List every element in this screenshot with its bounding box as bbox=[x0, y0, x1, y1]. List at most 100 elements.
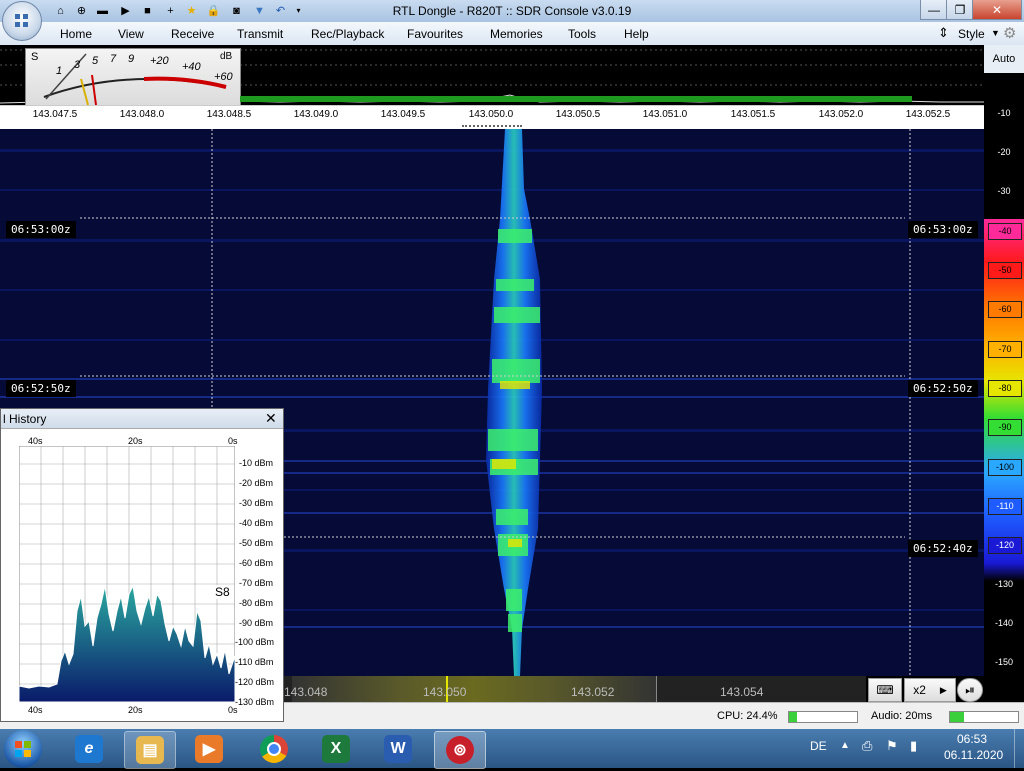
style-dropdown-icon[interactable]: ▼ bbox=[991, 28, 1000, 38]
db-scale[interactable]: Auto -10 -20 -30 -40 -50 -60 -70 -80 -90… bbox=[984, 45, 1024, 676]
app-menu-orb[interactable] bbox=[2, 1, 42, 41]
taskbar-explorer[interactable]: ▤ bbox=[124, 731, 176, 769]
cpu-readout: CPU: 24.4% bbox=[717, 710, 778, 722]
folder-icon[interactable]: ▬ bbox=[94, 2, 111, 19]
sdr-console-icon: ⊚ bbox=[446, 736, 474, 764]
waterfall-time-label: 06:52:40z bbox=[908, 540, 978, 557]
clock-date[interactable]: 06.11.2020 bbox=[944, 748, 1003, 762]
style-arrows-icon: ⇕ bbox=[938, 25, 949, 40]
db-label: -100 bbox=[988, 459, 1022, 476]
style-menu[interactable]: Style bbox=[958, 27, 985, 41]
settings-gear-icon[interactable]: ⚙ bbox=[1003, 24, 1016, 42]
menu-view[interactable]: View bbox=[118, 27, 144, 41]
s-meter-tick: +60 bbox=[214, 71, 233, 83]
history-y-label: -30 dBm bbox=[239, 498, 274, 508]
camera-icon[interactable]: ◙ bbox=[228, 2, 245, 19]
freq-tick: 143.048.5 bbox=[206, 109, 252, 120]
s-meter-tick: 7 bbox=[110, 53, 117, 65]
auto-scale-button[interactable]: Auto bbox=[984, 45, 1024, 73]
db-label: -150 bbox=[994, 657, 1013, 667]
db-label: -80 bbox=[988, 380, 1022, 397]
favourite-star-icon[interactable]: ★ bbox=[183, 2, 200, 19]
stop-icon[interactable]: ■ bbox=[139, 2, 156, 19]
db-label: -90 bbox=[988, 419, 1022, 436]
db-label: -110 bbox=[988, 498, 1022, 515]
taskbar-chrome[interactable] bbox=[249, 731, 299, 767]
band-label: 143.052 bbox=[571, 685, 615, 699]
add-icon[interactable]: + bbox=[162, 2, 179, 19]
excel-icon: X bbox=[322, 735, 350, 763]
menu-receive[interactable]: Receive bbox=[171, 27, 214, 41]
playback-button[interactable]: ⏯ bbox=[957, 678, 983, 702]
history-y-label: -40 dBm bbox=[239, 518, 274, 528]
show-desktop-button[interactable] bbox=[1014, 729, 1024, 768]
menu-home[interactable]: Home bbox=[60, 27, 92, 41]
filter-icon[interactable]: ▼ bbox=[251, 2, 268, 19]
start-button[interactable] bbox=[4, 730, 42, 768]
keyboard-button[interactable]: ⌨ bbox=[868, 678, 902, 702]
db-label: -140 bbox=[994, 618, 1013, 628]
tray-device-icon[interactable]: ⎙ bbox=[862, 738, 872, 754]
close-icon: ✕ bbox=[991, 2, 1003, 17]
lock-icon[interactable]: 🔒 bbox=[205, 2, 222, 19]
help-icon[interactable]: ⊕ bbox=[73, 2, 90, 19]
menu-help[interactable]: Help bbox=[624, 27, 649, 41]
signal-history-panel: l History ✕ 40s 20s 0s S8 -10 dBm -20 dB… bbox=[0, 408, 284, 722]
menu-transmit[interactable]: Transmit bbox=[237, 27, 283, 41]
language-indicator[interactable]: DE bbox=[810, 739, 827, 753]
db-label: -130 bbox=[994, 579, 1013, 589]
maximize-button[interactable]: ❐ bbox=[946, 0, 974, 20]
title-bar: RTL Dongle - R820T :: SDR Console v3.0.1… bbox=[0, 0, 1024, 22]
keyboard-icon: ⌨ bbox=[876, 683, 894, 697]
taskbar-sdr-console[interactable]: ⊚ bbox=[434, 731, 486, 769]
band-label: 143.054 bbox=[720, 685, 764, 699]
s-meter-tick: 5 bbox=[92, 55, 99, 67]
taskbar-word[interactable]: W bbox=[373, 731, 423, 767]
history-y-label: -110 dBm bbox=[235, 657, 274, 667]
waterfall-time-label: 06:52:50z bbox=[908, 380, 978, 397]
history-chart bbox=[19, 446, 235, 702]
taskbar-media-player[interactable]: ▶ bbox=[184, 731, 234, 767]
minimize-icon: — bbox=[928, 2, 940, 17]
undo-icon[interactable]: ↶ bbox=[272, 2, 289, 19]
history-y-label: -20 dBm bbox=[239, 478, 274, 488]
s-meter-tick: 3 bbox=[74, 59, 81, 71]
media-player-icon: ▶ bbox=[195, 735, 223, 763]
s-meter-tick: 1 bbox=[56, 65, 63, 77]
explorer-icon: ▤ bbox=[136, 736, 164, 764]
app-orb-icon bbox=[15, 14, 28, 27]
history-bottom-axis-label: 20s bbox=[128, 705, 143, 715]
dropdown-icon[interactable]: ▾ bbox=[290, 2, 307, 19]
history-close-icon[interactable]: ✕ bbox=[265, 410, 277, 427]
play-icon[interactable]: ▶ bbox=[117, 2, 134, 19]
taskbar-excel[interactable]: X bbox=[311, 731, 361, 767]
s-meter: S dB 1 3 5 7 9 +20 +40 +60 bbox=[25, 48, 241, 106]
db-label: -120 bbox=[988, 537, 1022, 554]
tray-flag-icon[interactable]: ⚑ bbox=[886, 738, 898, 754]
db-label: -20 bbox=[997, 147, 1011, 157]
audio-meter bbox=[949, 711, 1019, 723]
clock-time[interactable]: 06:53 bbox=[957, 732, 987, 746]
menu-favourites[interactable]: Favourites bbox=[407, 27, 463, 41]
db-label: -50 bbox=[988, 262, 1022, 279]
frequency-scale[interactable]: 143.047.5 143.048.0 143.048.5 143.049.0 … bbox=[0, 105, 984, 125]
waterfall-time-label: 06:52:50z bbox=[6, 380, 76, 397]
ie-icon: e bbox=[75, 735, 103, 763]
menu-tools[interactable]: Tools bbox=[568, 27, 596, 41]
menu-rec-playback[interactable]: Rec/Playback bbox=[311, 27, 384, 41]
signal-green-bar bbox=[240, 96, 912, 102]
minimize-button[interactable]: — bbox=[920, 0, 948, 20]
band-label: 143.048 bbox=[284, 685, 328, 699]
zoom-button[interactable]: x2 ▶ bbox=[904, 678, 956, 702]
chrome-icon bbox=[260, 735, 288, 763]
tray-expand-icon[interactable]: ▲ bbox=[840, 740, 850, 751]
home-icon[interactable]: ⌂ bbox=[52, 2, 69, 19]
history-y-label: -60 dBm bbox=[239, 558, 274, 568]
band-plan-bar[interactable]: 143.048 143.050 143.052 143.054 bbox=[282, 676, 866, 702]
tray-network-icon[interactable]: ▮ bbox=[910, 738, 917, 754]
cpu-meter bbox=[788, 711, 858, 723]
menu-memories[interactable]: Memories bbox=[490, 27, 543, 41]
freq-tick: 143.052.0 bbox=[818, 109, 864, 120]
close-button[interactable]: ✕ bbox=[972, 0, 1022, 20]
taskbar-ie[interactable]: e bbox=[64, 731, 114, 767]
